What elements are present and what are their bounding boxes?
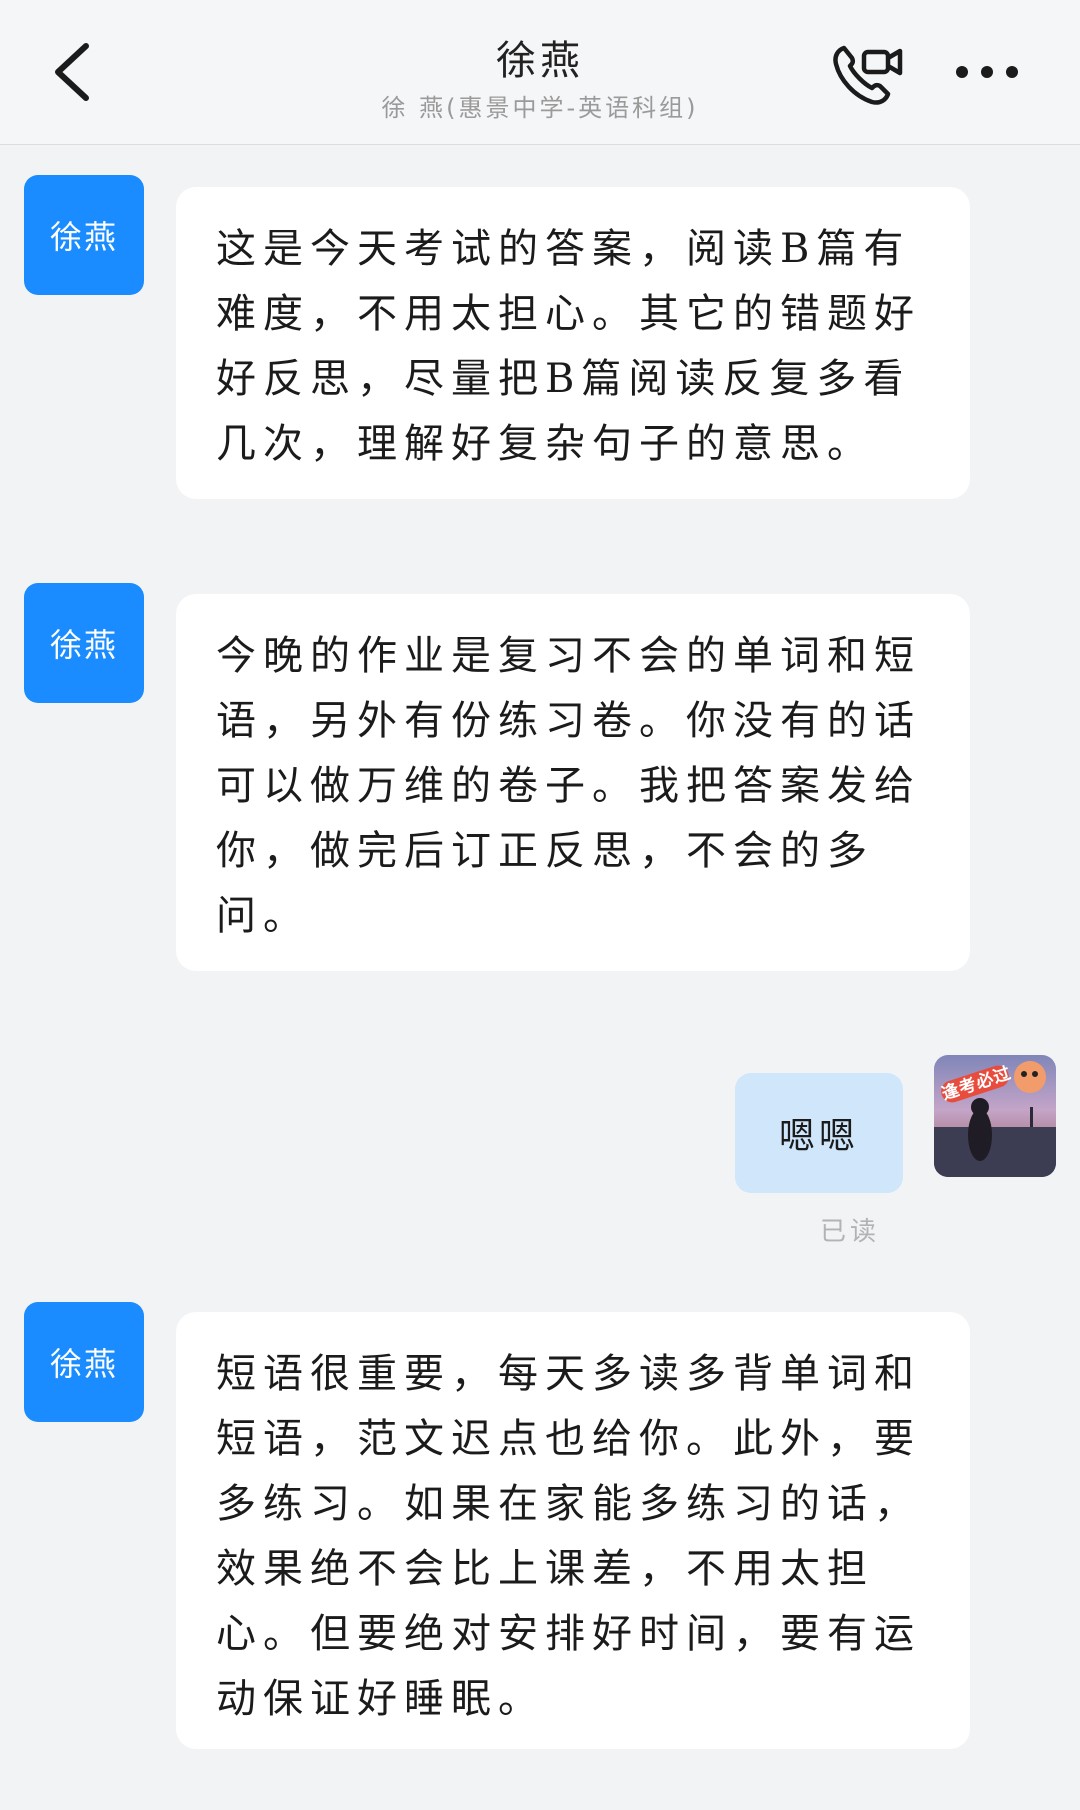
call-button[interactable] [830,38,908,110]
read-status: 已读 [820,1217,881,1247]
chat-header: 徐燕 徐 燕(惠景中学-英语科组) [0,0,1080,145]
teacher-avatar[interactable]: 徐燕 [24,583,144,703]
teacher-avatar[interactable]: 徐燕 [24,1302,144,1422]
phone-video-icon [833,45,903,105]
more-dots-icon [956,66,1018,78]
message-bubble-outgoing[interactable]: 嗯嗯 [735,1073,903,1193]
message-bubble-incoming[interactable]: 这是今天考试的答案，阅读B篇有难度，不用太担心。其它的错题好好反思，尽量把B篇阅… [176,187,970,499]
chat-subtitle: 徐 燕(惠景中学-英语科组) [381,94,699,122]
message-bubble-incoming[interactable]: 短语很重要，每天多读多背单词和短语，范文迟点也给你。此外，要多练习。如果在家能多… [176,1312,970,1749]
message-bubble-incoming[interactable]: 今晚的作业是复习不会的单词和短语，另外有份练习卷。你没有的话可以做万维的卷子。我… [176,594,970,971]
chat-area[interactable]: 徐燕 这是今天考试的答案，阅读B篇有难度，不用太担心。其它的错题好好反思，尽量把… [0,145,1080,1810]
chat-title[interactable]: 徐燕 [0,28,1080,86]
more-button[interactable] [952,54,1022,90]
my-avatar[interactable]: 逢考必过 [934,1055,1056,1177]
teacher-avatar[interactable]: 徐燕 [24,175,144,295]
